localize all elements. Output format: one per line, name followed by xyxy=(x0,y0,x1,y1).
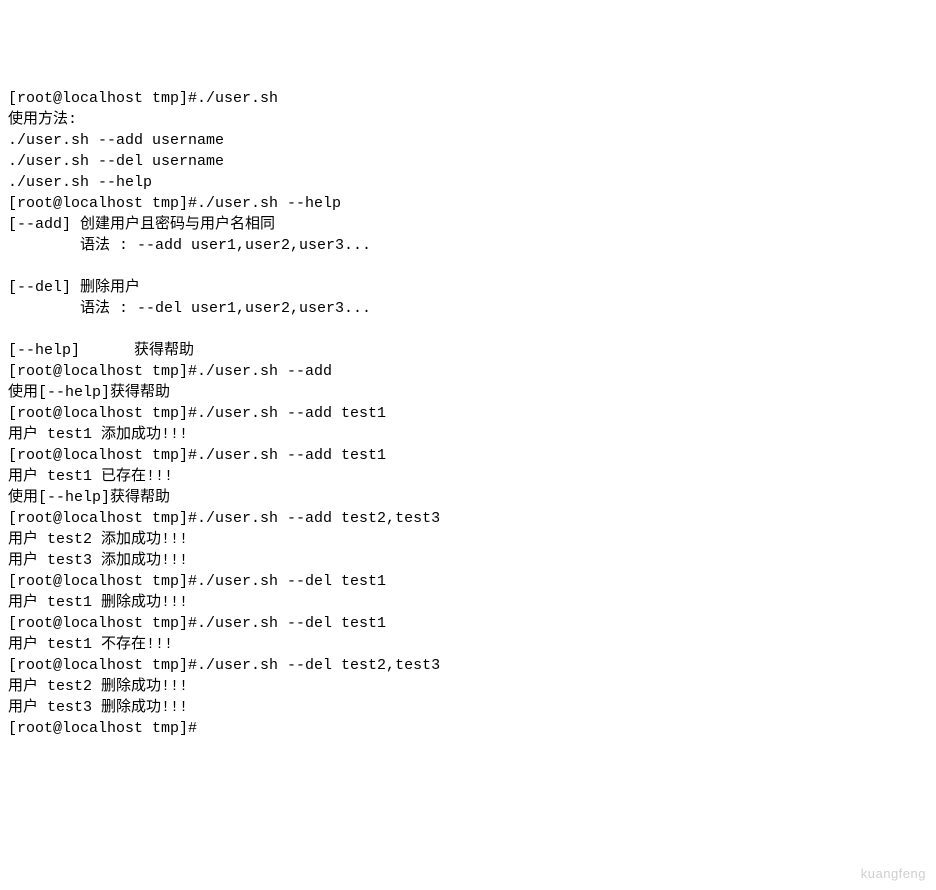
terminal-line: 用户 test3 添加成功!!! xyxy=(8,550,928,571)
terminal-line: [root@localhost tmp]#./user.sh --add tes… xyxy=(8,508,928,529)
terminal-line: [--add] 创建用户且密码与用户名相同 xyxy=(8,214,928,235)
terminal-line: 用户 test2 删除成功!!! xyxy=(8,676,928,697)
terminal-line: 用户 test3 删除成功!!! xyxy=(8,697,928,718)
terminal-line: [root@localhost tmp]#./user.sh xyxy=(8,88,928,109)
terminal-line: [root@localhost tmp]#./user.sh --add xyxy=(8,361,928,382)
terminal-line: 使用[--help]获得帮助 xyxy=(8,487,928,508)
terminal-line: [root@localhost tmp]#./user.sh --add tes… xyxy=(8,403,928,424)
terminal-line: [root@localhost tmp]#./user.sh --del tes… xyxy=(8,655,928,676)
terminal-line: [root@localhost tmp]#./user.sh --del tes… xyxy=(8,613,928,634)
terminal-line: [--del] 删除用户 xyxy=(8,277,928,298)
terminal-line: [root@localhost tmp]#./user.sh --del tes… xyxy=(8,571,928,592)
terminal-output: [root@localhost tmp]#./user.sh使用方法:./use… xyxy=(8,88,928,739)
terminal-line: ./user.sh --add username xyxy=(8,130,928,151)
terminal-line: ./user.sh --help xyxy=(8,172,928,193)
terminal-line: [root@localhost tmp]#./user.sh --add tes… xyxy=(8,445,928,466)
terminal-line: 用户 test1 添加成功!!! xyxy=(8,424,928,445)
terminal-line xyxy=(8,319,928,340)
terminal-line: 语法 : --del user1,user2,user3... xyxy=(8,298,928,319)
terminal-line: 语法 : --add user1,user2,user3... xyxy=(8,235,928,256)
terminal-line: [--help] 获得帮助 xyxy=(8,340,928,361)
terminal-line: 用户 test1 删除成功!!! xyxy=(8,592,928,613)
terminal-line: 使用方法: xyxy=(8,109,928,130)
terminal-line: [root@localhost tmp]# xyxy=(8,718,928,739)
watermark: kuangfeng xyxy=(861,863,926,884)
terminal-line: 用户 test1 不存在!!! xyxy=(8,634,928,655)
terminal-line: [root@localhost tmp]#./user.sh --help xyxy=(8,193,928,214)
terminal-line: 使用[--help]获得帮助 xyxy=(8,382,928,403)
terminal-line: 用户 test1 已存在!!! xyxy=(8,466,928,487)
terminal-line: ./user.sh --del username xyxy=(8,151,928,172)
terminal-line: 用户 test2 添加成功!!! xyxy=(8,529,928,550)
terminal-line xyxy=(8,256,928,277)
